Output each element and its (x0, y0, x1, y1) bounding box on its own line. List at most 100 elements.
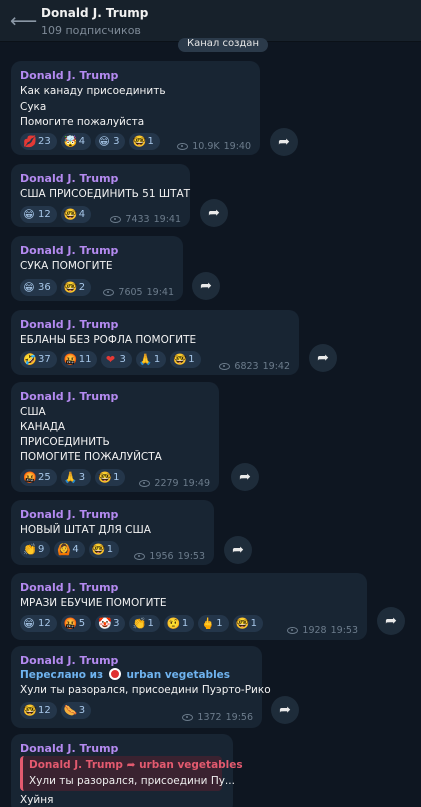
share-icon[interactable]: ➦ (377, 607, 405, 635)
reply-quote[interactable]: Donald J. Trump ➦ urban vegetables Хули … (20, 756, 243, 791)
message-text: США (20, 406, 46, 418)
eye-icon (134, 553, 146, 560)
reaction-chip[interactable]: 🙏 3 (60, 469, 92, 486)
hotdog-icon: 🌭 (63, 703, 78, 717)
reaction-count: 9 (38, 544, 45, 555)
message-text: ПОМОГИТЕ ПОЖАЛУЙСТА (20, 451, 162, 463)
message-author[interactable]: Donald J. Trump (20, 172, 118, 185)
reaction-chip[interactable]: 🤓 1 (170, 351, 201, 368)
reaction-count: 1 (181, 618, 189, 629)
reaction-chip[interactable]: 😁 36 (20, 279, 57, 296)
reaction-chip[interactable]: 🤓 12 (20, 702, 57, 719)
reaction-chip[interactable]: 🤣 37 (20, 351, 57, 368)
kiss-icon: 💋 (23, 134, 37, 148)
message-bubble[interactable]: Donald J. Trump СУКА ПОМОГИТЕ 😁 36 🤓 2 760… (11, 236, 183, 301)
clap-icon: 👏 (23, 542, 37, 556)
pray-icon: 🙏 (63, 470, 78, 484)
share-icon[interactable]: ➦ (231, 463, 259, 491)
reaction-chip[interactable]: 🤬 11 (60, 351, 98, 368)
forwarded-from[interactable]: Переслано из urban vegetables (20, 668, 230, 681)
reaction-chip[interactable]: 😁 3 (95, 133, 126, 150)
grin-icon: 😁 (98, 134, 110, 148)
reaction-chip[interactable]: 🤓 4 (60, 206, 92, 223)
share-icon[interactable]: ➦ (270, 128, 298, 156)
reactions-bar: 😁 36 🤓 2 (20, 279, 92, 296)
reaction-count: 23 (38, 136, 51, 147)
reaction-chip[interactable]: 🤓 1 (95, 469, 126, 486)
reaction-chip[interactable]: 🤓 2 (60, 279, 92, 296)
share-icon[interactable]: ➦ (192, 272, 220, 300)
reaction-chip[interactable]: 💋 23 (20, 133, 57, 150)
reaction-chip[interactable]: ❤ 3 (101, 351, 132, 368)
reaction-count: 25 (38, 472, 51, 483)
reaction-chip[interactable]: 👏 1 (129, 615, 160, 632)
reaction-chip[interactable]: 😁 12 (20, 615, 57, 632)
message-bubble[interactable]: Donald J. Trump НОВЫЙ ШТАТ ДЛЯ США 👏 9 🙆 4… (11, 500, 214, 565)
eye-icon (110, 216, 122, 223)
reaction-chip[interactable]: 🤓 1 (129, 133, 160, 150)
reaction-chip[interactable]: 👏 9 (20, 541, 51, 558)
cursing-face-icon: 🤬 (63, 616, 78, 630)
message-meta: 2279 19:49 (139, 478, 210, 489)
channel-title[interactable]: Donald J. Trump (41, 6, 148, 20)
message-author[interactable]: Donald J. Trump (20, 69, 118, 82)
eye-icon (103, 289, 115, 296)
reaction-chip[interactable]: 😁 12 (20, 206, 57, 223)
view-count: 1372 (197, 712, 222, 723)
eye-icon (287, 627, 299, 634)
reaction-count: 3 (119, 354, 126, 365)
message-author[interactable]: Donald J. Trump (20, 581, 118, 594)
nerd-icon: 🤓 (173, 352, 187, 366)
reaction-chip[interactable]: 🤬 25 (20, 469, 57, 486)
message-author[interactable]: Donald J. Trump (20, 508, 118, 521)
reactions-bar: 🤣 37 🤬 11 ❤ 3 🙏 1 🤓 1 (20, 351, 201, 368)
reaction-chip[interactable]: 🙆 4 (54, 541, 85, 558)
reaction-chip[interactable]: 🙏 1 (135, 351, 167, 368)
reply-header: Donald J. Trump ➦ urban vegetables (29, 759, 243, 771)
message-author[interactable]: Donald J. Trump (20, 390, 118, 403)
message-author[interactable]: Donald J. Trump (20, 742, 118, 755)
reaction-count: 4 (78, 136, 86, 147)
view-count: 1928 (302, 625, 327, 636)
share-icon[interactable]: ➦ (309, 344, 337, 372)
message-bubble[interactable]: Donald J. Trump США ПРИСОЕДИНИТЬ 51 ШТАТ… (11, 164, 190, 227)
reaction-chip[interactable]: 🖕 1 (198, 615, 229, 632)
message-bubble[interactable]: Donald J. Trump МРАЗИ ЕБУЧИЕ ПОМОГИТЕ 😁 1… (11, 573, 367, 640)
reply-author: Donald J. Trump (29, 759, 123, 771)
reaction-chip[interactable]: 🤓 1 (232, 615, 263, 632)
share-icon[interactable]: ➦ (200, 199, 228, 227)
back-arrow-icon[interactable]: ⟵ (10, 11, 37, 31)
message-author[interactable]: Donald J. Trump (20, 654, 118, 667)
message-author[interactable]: Donald J. Trump (20, 244, 118, 257)
reaction-chip[interactable]: 🤬 5 (60, 615, 92, 632)
reaction-count: 5 (78, 618, 86, 629)
message-bubble[interactable]: Donald J. Trump США КАНАДА ПРИСОЕДИНИТЬ … (11, 382, 219, 492)
share-icon[interactable]: ➦ (271, 696, 299, 724)
reaction-count: 1 (106, 544, 114, 555)
grin-icon: 😁 (23, 280, 35, 294)
reaction-chip[interactable]: 🤡 3 (95, 615, 126, 632)
message-bubble[interactable]: Donald J. Trump Переслано из urban veget… (11, 646, 271, 728)
message-meta: 1928 19:53 (287, 625, 358, 636)
reply-arrow-icon: ➦ (126, 759, 136, 771)
view-count: 10.9K (192, 141, 220, 152)
message-time: 19:53 (177, 551, 205, 562)
reaction-count: 12 (38, 209, 51, 220)
message-bubble[interactable]: Donald J. Trump Donald J. Trump ➦ urban … (11, 734, 243, 807)
message-author[interactable]: Donald J. Trump (20, 318, 118, 331)
reaction-chip[interactable]: 🌭 3 (60, 702, 92, 719)
reaction-count: 1 (113, 472, 120, 483)
clown-icon: 🤡 (98, 616, 112, 630)
reactions-bar: 🤓 12 🌭 3 (20, 702, 92, 719)
view-count: 2279 (154, 478, 179, 489)
mind-blown-icon: 🤯 (63, 134, 78, 148)
message-bubble[interactable]: Donald J. Trump ЕБЛАНЫ БЕЗ РОФЛА ПОМОГИТ… (11, 310, 299, 375)
message-time: 19:56 (225, 712, 253, 723)
message-text: США ПРИСОЕДИНИТЬ 51 ШТАТ (20, 188, 191, 200)
reaction-chip[interactable]: 🤓 1 (88, 541, 120, 558)
message-text: Сука (20, 101, 47, 113)
reaction-chip[interactable]: 🤯 4 (60, 133, 92, 150)
reaction-chip[interactable]: 🤨 1 (163, 615, 195, 632)
share-icon[interactable]: ➦ (224, 536, 252, 564)
message-bubble[interactable]: Donald J. Trump Как канаду присоединить … (11, 61, 260, 155)
